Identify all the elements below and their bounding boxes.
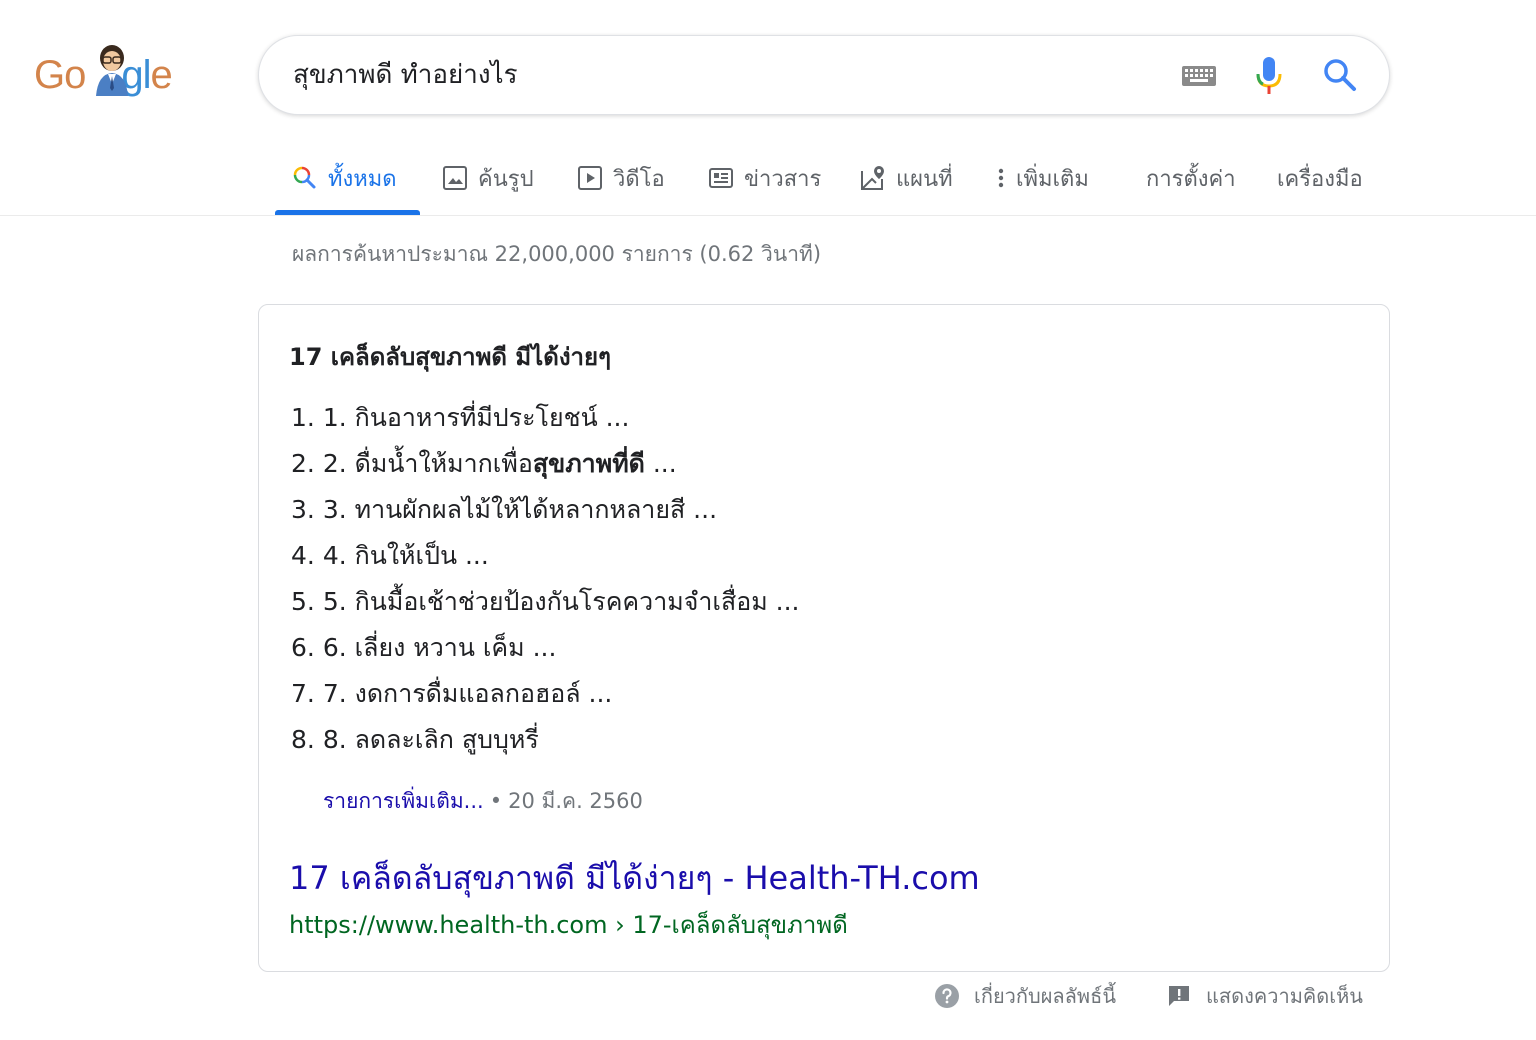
mic-icon[interactable] bbox=[1255, 56, 1283, 96]
more-items-row: รายการเพิ่มเติม... • 20 มี.ค. 2560 bbox=[323, 785, 643, 818]
list-item-number: 6. bbox=[291, 633, 315, 662]
list-item: 7. 7. งดการดื่มแอลกอฮอล์ ... bbox=[291, 671, 800, 717]
google-doodle-logo[interactable]: Go gle bbox=[34, 45, 174, 106]
list-item-text: 8. ลดละเลิก สูบบุหรี่ bbox=[322, 725, 539, 754]
feedback-icon bbox=[1169, 986, 1189, 1006]
doodle-figure-icon bbox=[96, 45, 128, 96]
list-item: 1. 1. กินอาหารที่มีประโยชน์ ... bbox=[291, 395, 800, 441]
logo-letter: l bbox=[142, 53, 152, 97]
list-item-number: 8. bbox=[291, 725, 315, 754]
tab-maps[interactable]: แผนที่ bbox=[860, 158, 953, 198]
active-tab-indicator bbox=[275, 210, 420, 215]
keyboard-icon[interactable] bbox=[1181, 64, 1217, 88]
tab-videos[interactable]: วิดีโอ bbox=[577, 158, 665, 198]
list-item-number: 2. bbox=[291, 449, 315, 478]
tab-label: แผนที่ bbox=[896, 166, 953, 192]
tab-news[interactable]: ข่าวสาร bbox=[708, 158, 821, 198]
feedback-button[interactable]: แสดงความคิดเห็น bbox=[1166, 980, 1363, 1012]
list-item: 3. 3. ทานผักผลไม้ให้ได้หลากหลายสี ... bbox=[291, 487, 800, 533]
map-icon bbox=[861, 166, 884, 190]
search-icon[interactable] bbox=[1323, 58, 1357, 92]
list-item-text: 6. เลี่ยง หวาน เค็ม ... bbox=[322, 633, 557, 662]
list-item: 4. 4. กินให้เป็น ... bbox=[291, 533, 800, 579]
tab-settings[interactable]: การตั้งค่า bbox=[1146, 158, 1236, 198]
about-result-button[interactable]: เกี่ยวกับผลลัพธ์นี้ bbox=[934, 980, 1116, 1012]
tab-label: วิดีโอ bbox=[613, 166, 665, 192]
result-url[interactable]: https://www.health-th.com › 17-เคล็ดลับส… bbox=[289, 905, 848, 944]
list-item-text: 5. กินมื้อเช้าช่วยป้องกันโรคความจำเสื่อม… bbox=[322, 587, 800, 616]
tab-label: การตั้งค่า bbox=[1146, 166, 1236, 192]
result-title-link[interactable]: 17 เคล็ดลับสุขภาพดี มีได้ง่ายๆ - Health-… bbox=[289, 853, 980, 904]
list-item-number: 5. bbox=[291, 587, 315, 616]
tab-label: เพิ่มเติม bbox=[1016, 166, 1089, 192]
list-item: 5. 5. กินมื้อเช้าช่วยป้องกันโรคความจำเสื… bbox=[291, 579, 800, 625]
list-item-number: 3. bbox=[291, 495, 315, 524]
help-icon bbox=[935, 984, 959, 1008]
list-item-text: 7. งดการดื่มแอลกอฮอล์ ... bbox=[322, 679, 613, 708]
tab-label: ค้นรูป bbox=[478, 166, 534, 192]
list-item-number: 1. bbox=[291, 403, 315, 432]
result-stats: ผลการค้นหาประมาณ 22,000,000 รายการ (0.62… bbox=[292, 242, 822, 266]
search-input[interactable] bbox=[293, 54, 1153, 94]
video-icon bbox=[578, 166, 602, 190]
featured-snippet-card: 17 เคล็ดลับสุขภาพดี มีได้ง่ายๆ 1. 1. กิน… bbox=[258, 304, 1390, 972]
separator-dot: • bbox=[489, 789, 503, 813]
more-items-link[interactable]: รายการเพิ่มเติม... bbox=[323, 789, 484, 813]
feedback-label: แสดงความคิดเห็น bbox=[1206, 984, 1363, 1008]
tab-label: เครื่องมือ bbox=[1277, 166, 1363, 192]
tab-more[interactable]: เพิ่มเติม bbox=[996, 158, 1089, 198]
list-item-text: 1. กินอาหารที่มีประโยชน์ ... bbox=[322, 403, 630, 432]
snippet-list: 1. 1. กินอาหารที่มีประโยชน์ ... 2. 2. ดื… bbox=[291, 395, 800, 763]
list-item-highlight: สุขภาพที่ดี bbox=[532, 449, 645, 478]
tab-tools[interactable]: เครื่องมือ bbox=[1277, 158, 1363, 198]
list-item-text: 3. ทานผักผลไม้ให้ได้หลากหลายสี ... bbox=[322, 495, 718, 524]
more-vert-icon bbox=[998, 168, 1004, 188]
tab-label: ข่าวสาร bbox=[744, 166, 822, 192]
snippet-heading: 17 เคล็ดลับสุขภาพดี มีได้ง่ายๆ bbox=[289, 343, 611, 371]
list-item-text-end: ... bbox=[644, 449, 677, 478]
list-item: 6. 6. เลี่ยง หวาน เค็ม ... bbox=[291, 625, 800, 671]
list-item: 2. 2. ดื่มน้ำให้มากเพื่อสุขภาพที่ดี ... bbox=[291, 441, 800, 487]
tab-all[interactable]: ทั้งหมด bbox=[292, 158, 397, 198]
list-item: 8. 8. ลดละเลิก สูบบุหรี่ bbox=[291, 717, 800, 763]
list-item-number: 4. bbox=[291, 541, 315, 570]
list-item-text: 4. กินให้เป็น ... bbox=[322, 541, 489, 570]
list-item-number: 7. bbox=[291, 679, 315, 708]
tab-images[interactable]: ค้นรูป bbox=[442, 158, 534, 198]
search-tabs: ทั้งหมด ค้นรูป วิดีโอ ข่าวสาร แผนที่ เพิ… bbox=[0, 140, 1536, 216]
snippet-date: 20 มี.ค. 2560 bbox=[508, 789, 643, 813]
about-label: เกี่ยวกับผลลัพธ์นี้ bbox=[974, 984, 1116, 1008]
logo-letter: e bbox=[150, 53, 173, 97]
news-icon bbox=[709, 168, 733, 188]
search-icon bbox=[293, 166, 316, 189]
image-icon bbox=[443, 166, 467, 190]
logo-letter: o bbox=[64, 53, 86, 97]
search-box[interactable] bbox=[258, 35, 1390, 115]
logo-letter: G bbox=[34, 53, 65, 97]
tab-label: ทั้งหมด bbox=[328, 166, 397, 192]
list-item-text: 2. ดื่มน้ำให้มากเพื่อ bbox=[322, 449, 533, 478]
